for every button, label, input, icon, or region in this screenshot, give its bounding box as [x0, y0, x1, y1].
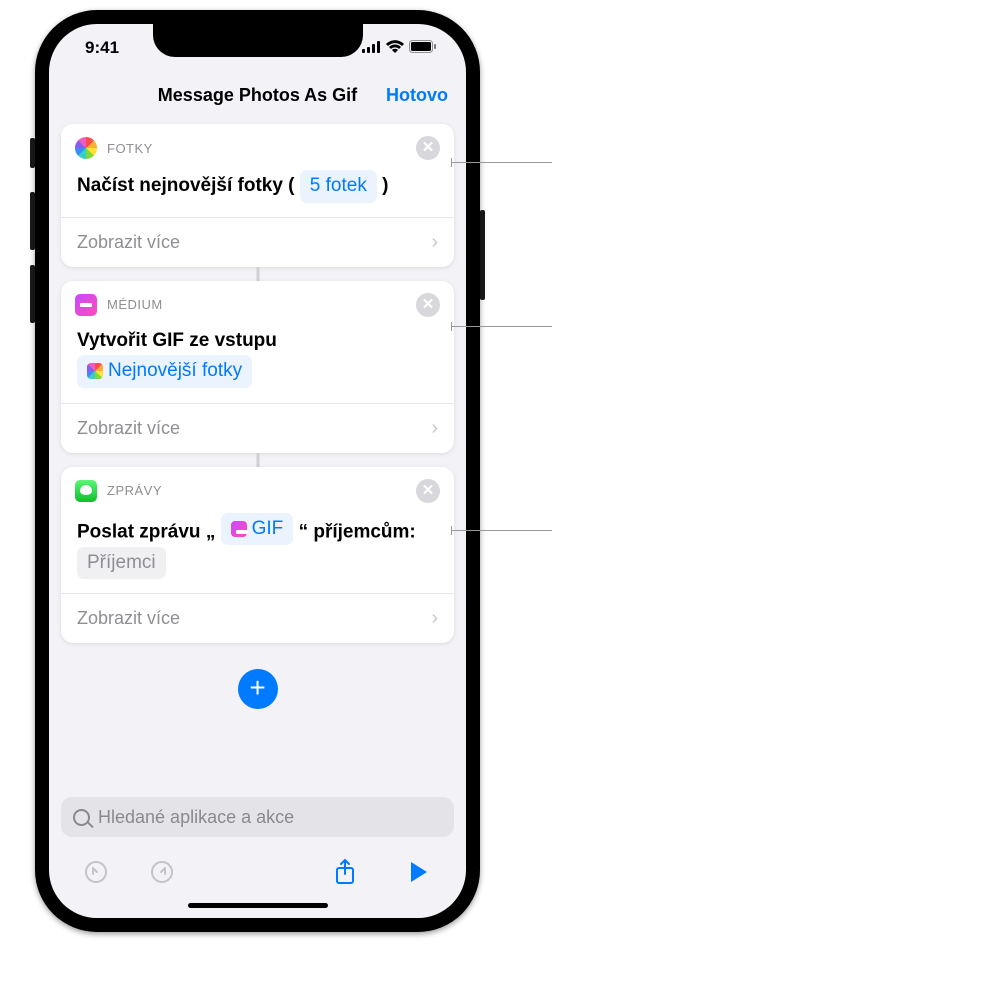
messages-app-icon — [75, 480, 97, 502]
photos-app-icon — [87, 363, 103, 379]
notch — [153, 24, 363, 57]
redo-button[interactable] — [149, 859, 175, 885]
callout-line — [452, 530, 552, 531]
phone-frame: 9:41 Message Photos As Gif Hotovo — [35, 10, 480, 932]
power-button[interactable] — [480, 210, 485, 300]
medium-app-icon — [75, 294, 97, 316]
search-icon — [73, 809, 90, 826]
status-time: 9:41 — [85, 38, 119, 58]
delete-action-button[interactable]: ✕ — [416, 479, 440, 503]
gif-variable-token[interactable]: GIF — [221, 513, 294, 546]
action-description: Vytvořit GIF ze vstupu Nejnovější fotky — [61, 317, 454, 403]
done-button[interactable]: Hotovo — [386, 85, 448, 106]
show-more-label: Zobrazit více — [77, 232, 180, 253]
show-more-label: Zobrazit více — [77, 608, 180, 629]
signal-icon — [362, 38, 381, 58]
search-field[interactable]: Hledané aplikace a akce — [61, 797, 454, 837]
action-text: Vytvořit GIF ze vstupu — [77, 327, 438, 356]
input-variable-token[interactable]: Nejnovější fotky — [77, 355, 252, 388]
action-card-medium[interactable]: MÉDIUM ✕ Vytvořit GIF ze vstupu Nejnověj… — [61, 281, 454, 453]
recipients-placeholder-token[interactable]: Příjemci — [77, 547, 166, 580]
play-button[interactable] — [406, 859, 432, 885]
action-description: Načíst nejnovější fotky ( 5 fotek ) — [61, 160, 454, 217]
action-text-mid: “ příjemcům: — [299, 521, 416, 542]
photos-app-icon — [75, 137, 97, 159]
home-indicator[interactable] — [188, 903, 328, 908]
delete-action-button[interactable]: ✕ — [416, 293, 440, 317]
parameter-count-token[interactable]: 5 fotek — [300, 170, 377, 203]
show-more-row[interactable]: Zobrazit více › — [61, 593, 454, 643]
editor-content: FOTKY ✕ Načíst nejnovější fotky ( 5 fote… — [49, 118, 466, 897]
medium-app-icon — [231, 521, 247, 537]
chevron-right-icon: › — [431, 417, 438, 440]
delete-action-button[interactable]: ✕ — [416, 136, 440, 160]
screen: 9:41 Message Photos As Gif Hotovo — [49, 24, 466, 918]
chevron-right-icon: › — [431, 607, 438, 630]
action-text: Poslat zprávu „ — [77, 521, 215, 542]
status-indicators — [362, 38, 436, 58]
flow-connector — [61, 453, 454, 467]
show-more-row[interactable]: Zobrazit více › — [61, 217, 454, 267]
card-app-label: MÉDIUM — [107, 297, 163, 312]
flow-connector — [61, 267, 454, 281]
nav-bar: Message Photos As Gif Hotovo — [49, 72, 466, 118]
search-placeholder: Hledané aplikace a akce — [98, 807, 294, 828]
bottom-toolbar — [61, 847, 454, 897]
action-description: Poslat zprávu „ GIF “ příjemcům: Příjemc… — [61, 503, 454, 593]
action-text: Načíst nejnovější fotky ( — [77, 175, 295, 196]
wifi-icon — [386, 38, 404, 58]
show-more-row[interactable]: Zobrazit více › — [61, 403, 454, 453]
chevron-right-icon: › — [431, 231, 438, 254]
card-app-label: ZPRÁVY — [107, 483, 162, 498]
show-more-label: Zobrazit více — [77, 418, 180, 439]
battery-icon — [409, 38, 436, 58]
share-button[interactable] — [332, 859, 358, 885]
action-card-photos[interactable]: FOTKY ✕ Načíst nejnovější fotky ( 5 fote… — [61, 124, 454, 267]
add-action-button[interactable]: + — [238, 669, 278, 709]
action-card-messages[interactable]: ZPRÁVY ✕ Poslat zprávu „ GIF “ příjemcům… — [61, 467, 454, 643]
callout-line — [452, 162, 552, 163]
undo-button[interactable] — [83, 859, 109, 885]
action-text-suffix: ) — [382, 175, 388, 196]
card-app-label: FOTKY — [107, 141, 153, 156]
callout-line — [452, 326, 552, 327]
